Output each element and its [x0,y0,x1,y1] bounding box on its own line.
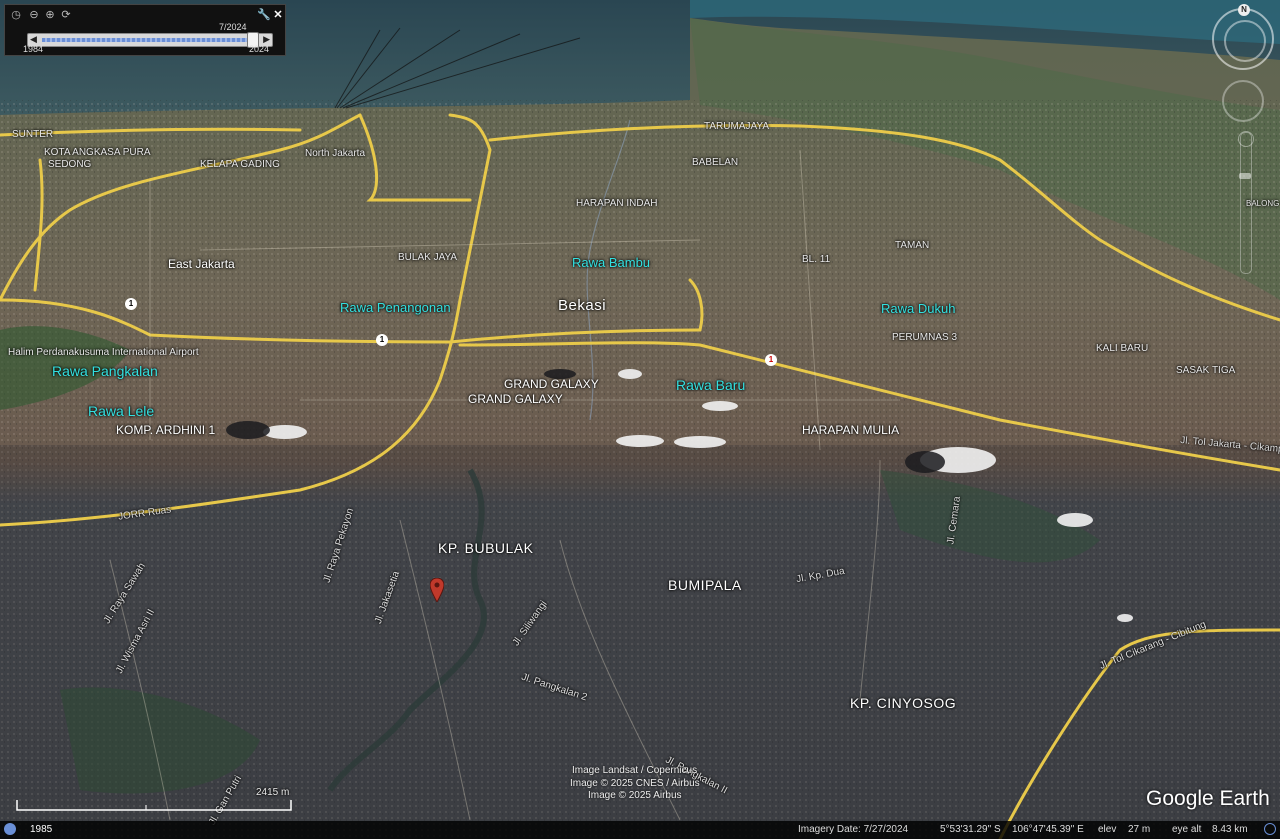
place-label-halim: Halim Perdanakusuma International Airpor… [8,347,199,358]
place-label-komp-ardhini: KOMP. ARDHINI 1 [116,423,216,437]
credit-line: Image © 2025 Airbus [588,790,682,801]
placemark-pin-icon[interactable] [430,578,444,602]
water-label-rawa-lele: Rawa Lele [88,403,155,419]
place-label-bulak-jaya: BULAK JAYA [398,252,458,263]
imagery-date: Imagery Date: 7/27/2024 [798,824,909,835]
map-view[interactable] [0,0,1280,839]
water-label-rawa-dukuh: Rawa Dukuh [881,301,956,316]
water-label-rawa-bambu: Rawa Bambu [572,255,651,270]
time-slider[interactable]: ◀ ▶ [27,32,273,48]
place-label-sunter: SUNTER [12,129,54,140]
eye-alt-label: eye alt [1172,824,1202,835]
route-shield-1: 1 [376,334,388,346]
time-slider-fill [42,38,253,42]
place-label-kp-cinyosog: KP. CINYOSOG [850,695,957,711]
place-label-grand-galaxy-1: GRAND GALAXY [504,377,599,391]
place-label-harapan-mulia: HARAPAN MULIA [802,423,900,437]
eye-alt-value: 8.43 km [1212,824,1248,835]
street-view-icon[interactable] [1238,131,1254,147]
north-indicator[interactable]: N [1238,4,1250,16]
zoom-thumb[interactable] [1239,173,1251,179]
place-label-sedong: SEDONG [48,159,92,170]
place-label-bl11: BL. 11 [802,254,831,265]
place-label-taman: TAMAN [895,240,930,251]
water-label-rawa-baru: Rawa Baru [676,377,746,393]
place-label-bekasi: Bekasi [558,297,607,314]
place-label-perumnas3: PERUMNAS 3 [892,332,958,343]
place-label-kota-angkasa: KOTA ANGKASA PURA [44,147,151,158]
zoom-out-time-icon[interactable]: ⊖ [27,8,41,22]
latitude: 5°53'31.29" S [940,824,1001,835]
route-shield-1: 1 [125,298,137,310]
place-label-north-jakarta: North Jakarta [305,148,366,159]
place-label-east-jakarta: East Jakarta [168,257,235,271]
place-label-kali-baru: KALI BARU [1096,343,1149,354]
scale-bar [16,800,292,811]
water-label-rawa-penangonan: Rawa Penangonan [340,300,451,315]
place-label-harapan-indah: HARAPAN INDAH [576,198,658,209]
clock-icon[interactable]: ◷ [9,8,23,22]
historical-imagery-icon[interactable] [4,823,16,835]
longitude: 106°47'45.39" E [1012,824,1084,835]
place-label-kp-bubulak: KP. BUBULAK [438,540,534,556]
credit-line: Image Landsat / Copernicus [572,765,698,776]
water-label-rawa-pangkalan: Rawa Pangkalan [52,363,158,379]
end-year-label: 2024 [249,44,270,54]
place-label-babelan: BABELAN [692,157,739,168]
current-date-label: 7/2024 [219,22,247,32]
streaming-icon [1264,823,1276,835]
historic-year: 1985 [30,824,53,835]
look-joystick[interactable] [1222,80,1264,122]
status-bar: 1985 Imagery Date: 7/27/2024 5°53'31.29"… [0,821,1280,839]
refresh-icon[interactable]: ⟳ [59,8,73,22]
zoom-in-time-icon[interactable]: ⊕ [43,8,57,22]
zoom-slider[interactable] [1238,131,1254,274]
start-year-label: 1984 [23,44,44,54]
place-label-tarumajaya: TARUMAJAYA [704,121,770,132]
credit-line: Image © 2025 CNES / Airbus [570,778,700,789]
compass-ring[interactable]: N [1212,4,1274,70]
google-earth-logo: Google Earth [1146,787,1270,810]
scale-label: 2415 m [256,787,290,798]
elev-label: elev [1098,824,1117,835]
place-label-sasak-tiga: SASAK TIGA [1176,365,1236,376]
close-icon[interactable]: ✕ [271,8,285,22]
route-shield-1: 1 [765,354,777,366]
place-label-bumipala: BUMIPALA [668,577,742,593]
elev-value: 27 m [1128,824,1151,835]
historical-imagery-panel: ◷ ⊖ ⊕ ⟳ 🔧 ✕ 7/2024 ◀ ▶ 1984 2024 [4,4,286,56]
place-label-grand-galaxy-2: GRAND GALAXY [468,392,563,406]
wrench-icon[interactable]: 🔧 [257,8,271,22]
place-label-kelapa-gading: KELAPA GADING [200,159,280,170]
compass-inner [1224,20,1266,62]
